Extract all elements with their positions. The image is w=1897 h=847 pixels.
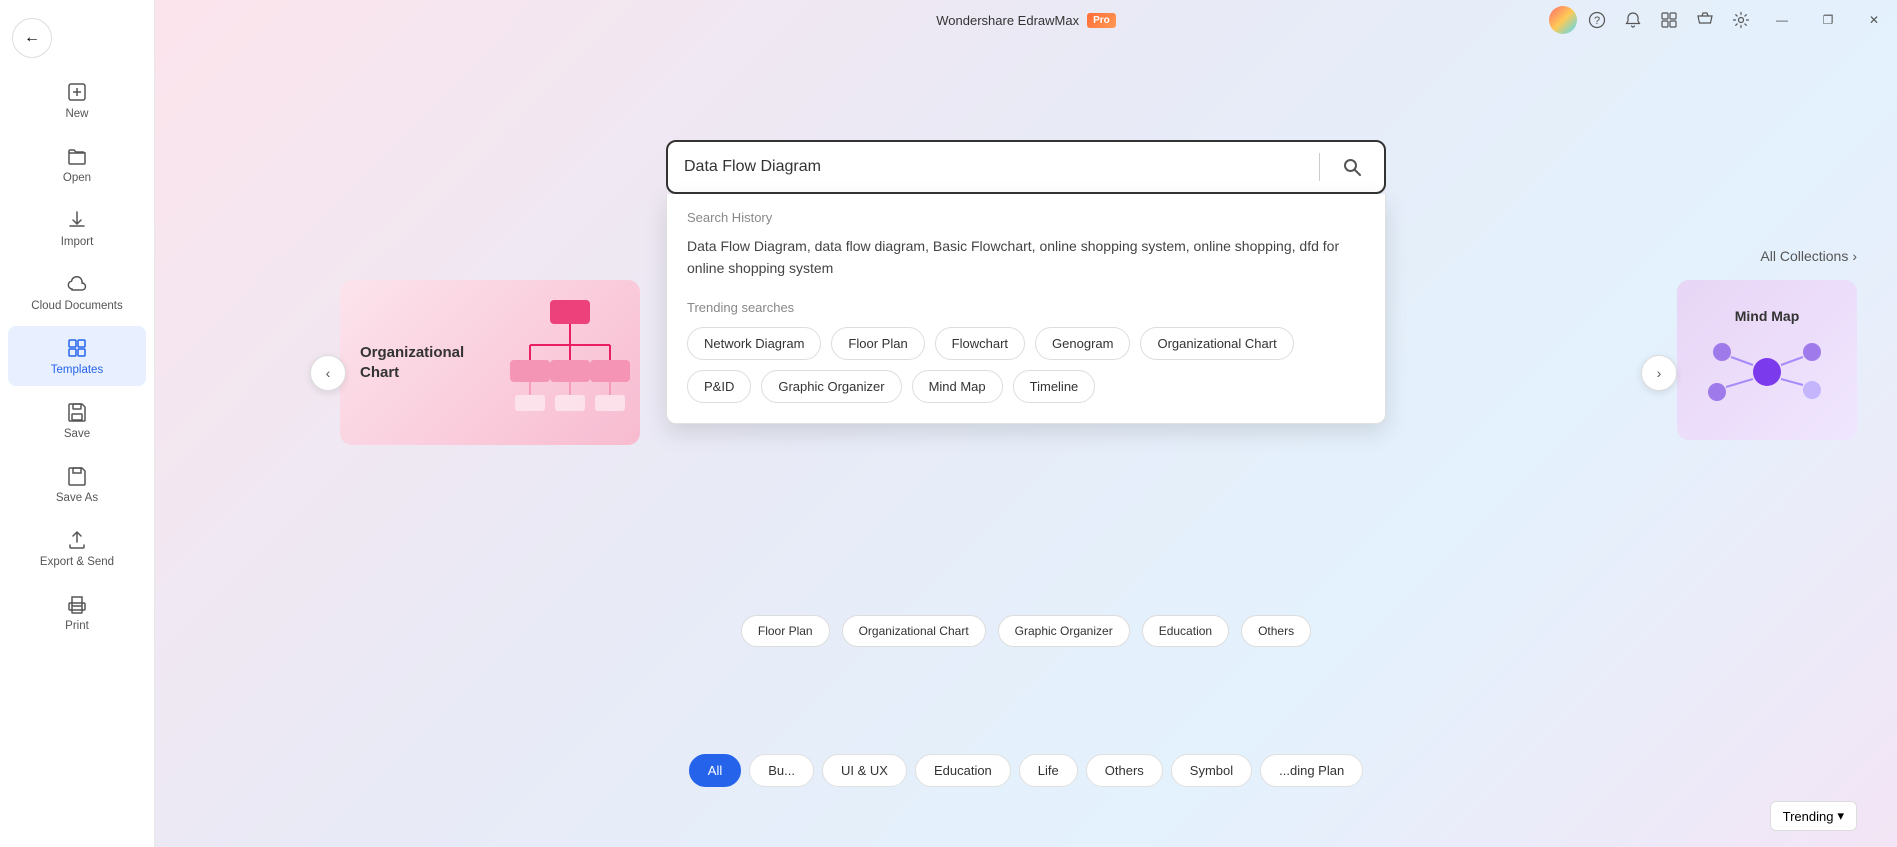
search-button[interactable]	[1336, 151, 1368, 183]
search-box	[666, 140, 1386, 194]
search-dropdown: Search History Data Flow Diagram, data f…	[666, 194, 1386, 424]
carousel-next[interactable]: ›	[1641, 355, 1677, 391]
tab-uiux[interactable]: UI & UX	[822, 754, 907, 787]
back-icon: ←	[24, 29, 40, 47]
sidebar-export-label: Export & Send	[40, 556, 114, 568]
org-chart-visual	[510, 295, 630, 430]
mindmap-visual	[1702, 332, 1832, 412]
org-card-title: OrganizationalChart	[360, 343, 464, 382]
all-collections-label: All Collections	[1760, 248, 1848, 264]
tab-business[interactable]: Bu...	[749, 754, 814, 787]
main-content: Wondershare EdrawMax Pro ?	[155, 0, 1897, 847]
tab-life[interactable]: Life	[1019, 754, 1078, 787]
sidebar-import-label: Import	[61, 236, 94, 248]
sidebar-item-save[interactable]: Save	[8, 390, 146, 450]
carousel-prev[interactable]: ‹	[310, 355, 346, 391]
new-icon	[65, 80, 89, 104]
grid-button[interactable]	[1653, 4, 1685, 36]
print-icon	[65, 592, 89, 616]
trending-sort-dropdown[interactable]: Trending ▾	[1770, 801, 1857, 831]
back-button[interactable]: ←	[12, 18, 52, 58]
chip-floor-plan-cat[interactable]: Floor Plan	[741, 615, 830, 647]
sidebar-item-export[interactable]: Export & Send	[8, 518, 146, 578]
history-text[interactable]: Data Flow Diagram, data flow diagram, Ba…	[687, 235, 1365, 280]
chip-floor-plan[interactable]: Floor Plan	[831, 327, 924, 360]
svg-text:?: ?	[1594, 15, 1600, 27]
bell-button[interactable]	[1617, 4, 1649, 36]
sidebar-item-import[interactable]: Import	[8, 198, 146, 258]
maximize-button[interactable]: ❐	[1805, 0, 1851, 40]
carousel-card-mindmap[interactable]: Mind Map	[1677, 280, 1857, 440]
window-controls: — ❐ ✕	[1759, 0, 1897, 40]
tab-education[interactable]: Education	[915, 754, 1011, 787]
app-title: Wondershare EdrawMax	[936, 13, 1079, 28]
sidebar-item-new[interactable]: New	[8, 70, 146, 130]
tab-trading[interactable]: ...ding Plan	[1260, 754, 1363, 787]
pro-badge: Pro	[1087, 13, 1116, 28]
sidebar-item-print[interactable]: Print	[8, 582, 146, 642]
chip-pid[interactable]: P&ID	[687, 370, 751, 403]
chip-org-chart-cat[interactable]: Organizational Chart	[842, 615, 986, 647]
sidebar-print-label: Print	[65, 620, 89, 632]
sidebar-saveas-label: Save As	[56, 492, 98, 504]
sidebar-open-label: Open	[63, 172, 91, 184]
templates-icon	[65, 336, 89, 360]
sidebar-item-open[interactable]: Open	[8, 134, 146, 194]
all-collections-link[interactable]: All Collections ›	[1760, 248, 1857, 264]
trending-label: Trending searches	[687, 300, 1365, 315]
trending-chips: Network Diagram Floor Plan Flowchart Gen…	[687, 327, 1365, 403]
minimize-button[interactable]: —	[1759, 0, 1805, 40]
sidebar-item-cloud[interactable]: Cloud Documents	[8, 262, 146, 322]
all-collections-arrow: ›	[1852, 248, 1857, 264]
search-container: Search History Data Flow Diagram, data f…	[666, 140, 1386, 194]
mindmap-title: Mind Map	[1735, 308, 1800, 324]
chip-education-cat[interactable]: Education	[1142, 615, 1229, 647]
tab-symbol[interactable]: Symbol	[1171, 754, 1252, 787]
chip-network-diagram[interactable]: Network Diagram	[687, 327, 821, 360]
category-chips: Floor Plan Organizational Chart Graphic …	[726, 615, 1326, 647]
store-button[interactable]	[1689, 4, 1721, 36]
chip-flowchart[interactable]: Flowchart	[935, 327, 1025, 360]
open-icon	[65, 144, 89, 168]
trending-label: Trending	[1783, 809, 1834, 824]
chip-genogram[interactable]: Genogram	[1035, 327, 1130, 360]
chip-others-cat[interactable]: Others	[1241, 615, 1311, 647]
org-card-title-wrap: OrganizationalChart	[360, 343, 464, 382]
titlebar: Wondershare EdrawMax Pro ?	[155, 0, 1897, 40]
settings-button[interactable]	[1725, 4, 1757, 36]
search-divider	[1319, 153, 1320, 181]
sidebar-new-label: New	[65, 108, 88, 120]
chip-org-chart[interactable]: Organizational Chart	[1140, 327, 1293, 360]
save-icon	[65, 400, 89, 424]
chip-graphic-org-cat[interactable]: Graphic Organizer	[998, 615, 1130, 647]
sidebar-item-templates[interactable]: Templates	[8, 326, 146, 386]
sidebar-save-label: Save	[64, 428, 90, 440]
sidebar-item-saveas[interactable]: Save As	[8, 454, 146, 514]
filter-tabs: All Bu... UI & UX Education Life Others …	[576, 754, 1476, 787]
tab-others[interactable]: Others	[1086, 754, 1163, 787]
avatar[interactable]	[1549, 6, 1577, 34]
sidebar-cloud-label: Cloud Documents	[31, 300, 122, 312]
carousel-card-org[interactable]: OrganizationalChart	[340, 280, 640, 445]
cloud-icon	[65, 272, 89, 296]
sidebar-templates-label: Templates	[51, 364, 103, 376]
export-icon	[65, 528, 89, 552]
help-button[interactable]: ?	[1581, 4, 1613, 36]
saveas-icon	[65, 464, 89, 488]
trending-arrow: ▾	[1837, 808, 1844, 824]
sidebar: ← New Open Import	[0, 0, 155, 847]
search-input[interactable]	[684, 158, 1303, 176]
chip-timeline[interactable]: Timeline	[1013, 370, 1096, 403]
chip-mind-map[interactable]: Mind Map	[912, 370, 1003, 403]
history-label: Search History	[687, 210, 1365, 225]
toolbar-right: ?	[1549, 0, 1757, 40]
tab-all[interactable]: All	[689, 754, 741, 787]
import-icon	[65, 208, 89, 232]
close-button[interactable]: ✕	[1851, 0, 1897, 40]
chip-graphic-organizer[interactable]: Graphic Organizer	[761, 370, 901, 403]
